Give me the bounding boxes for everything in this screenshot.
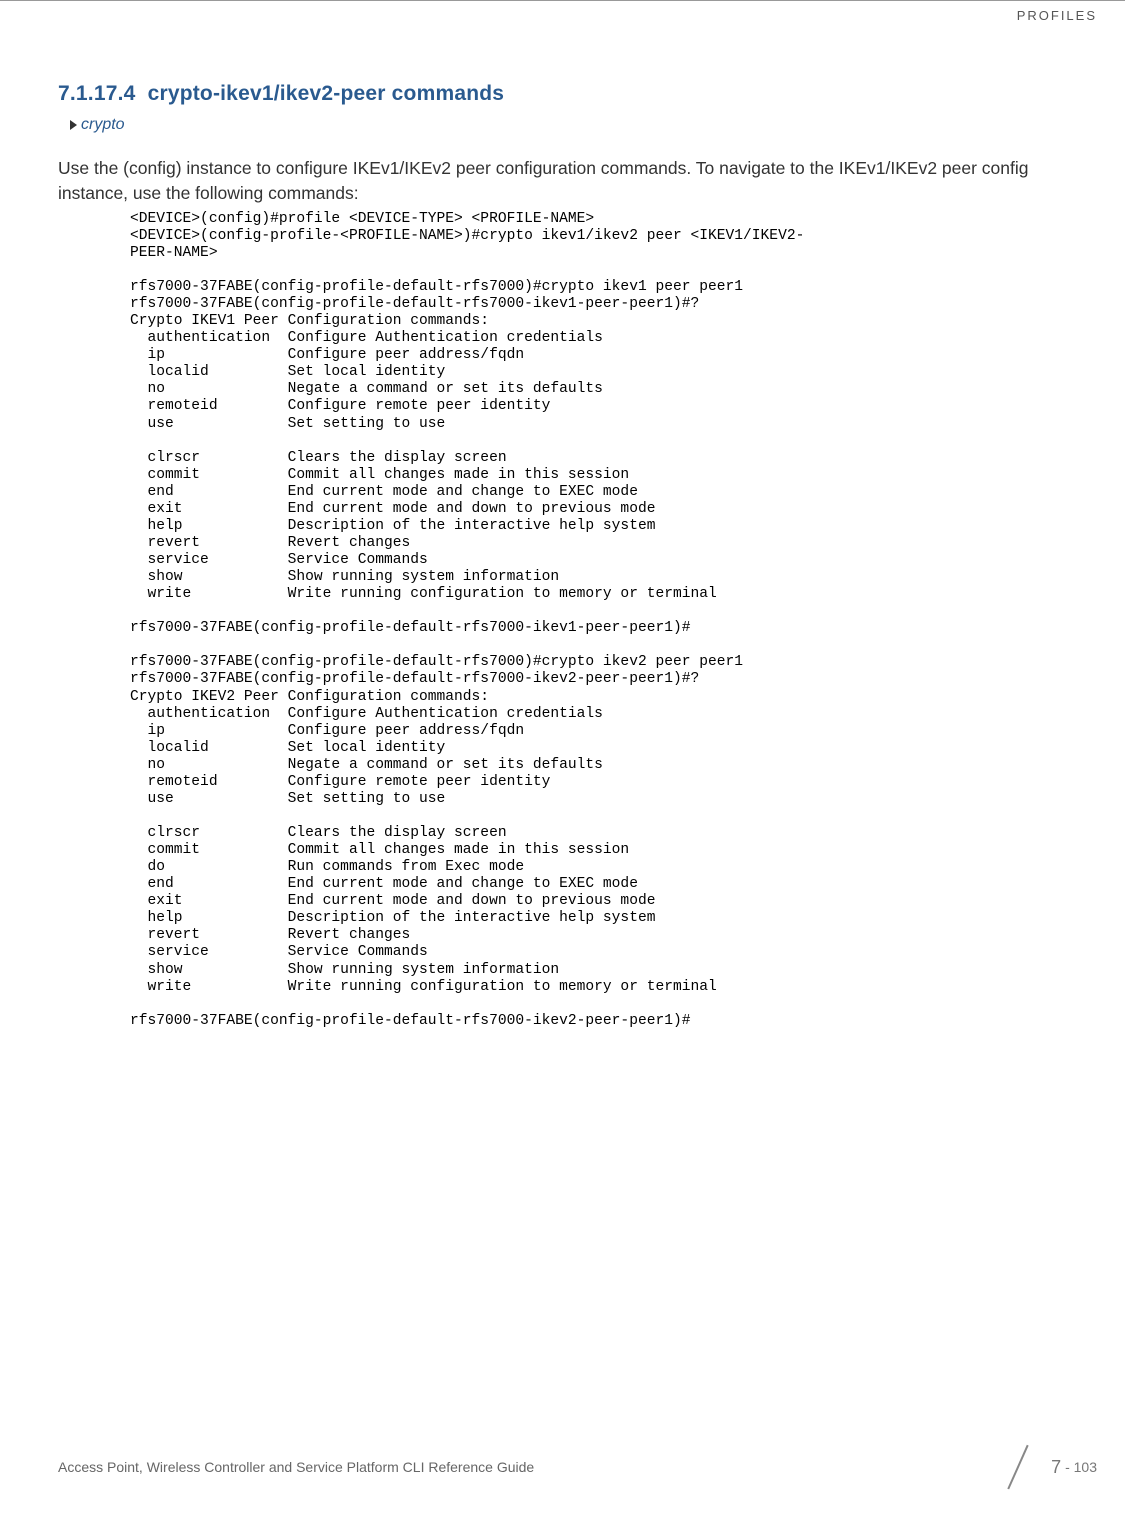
page-number-major: 7 bbox=[1051, 1457, 1061, 1478]
subsection-link[interactable]: crypto bbox=[58, 116, 1097, 134]
main-content: 7.1.17.4 crypto-ikev1/ikev2-peer command… bbox=[58, 82, 1097, 1030]
subsection-link-label: crypto bbox=[81, 116, 125, 134]
section-title: crypto-ikev1/ikev2-peer commands bbox=[148, 82, 505, 105]
header-label: PROFILES bbox=[1017, 8, 1097, 23]
footer-text: Access Point, Wireless Controller and Se… bbox=[58, 1459, 534, 1475]
triangle-icon bbox=[70, 120, 77, 130]
footer: Access Point, Wireless Controller and Se… bbox=[58, 1447, 1097, 1487]
header-divider bbox=[0, 0, 1125, 1]
page-number-minor: - 103 bbox=[1065, 1459, 1097, 1475]
section-heading: 7.1.17.4 crypto-ikev1/ikev2-peer command… bbox=[58, 82, 1097, 106]
section-number: 7.1.17.4 bbox=[58, 82, 136, 105]
slash-icon bbox=[999, 1447, 1045, 1487]
intro-paragraph: Use the (config) instance to configure I… bbox=[58, 156, 1097, 207]
page-marker: 7 - 103 bbox=[999, 1447, 1097, 1487]
code-block: <DEVICE>(config)#profile <DEVICE-TYPE> <… bbox=[130, 211, 1097, 1030]
